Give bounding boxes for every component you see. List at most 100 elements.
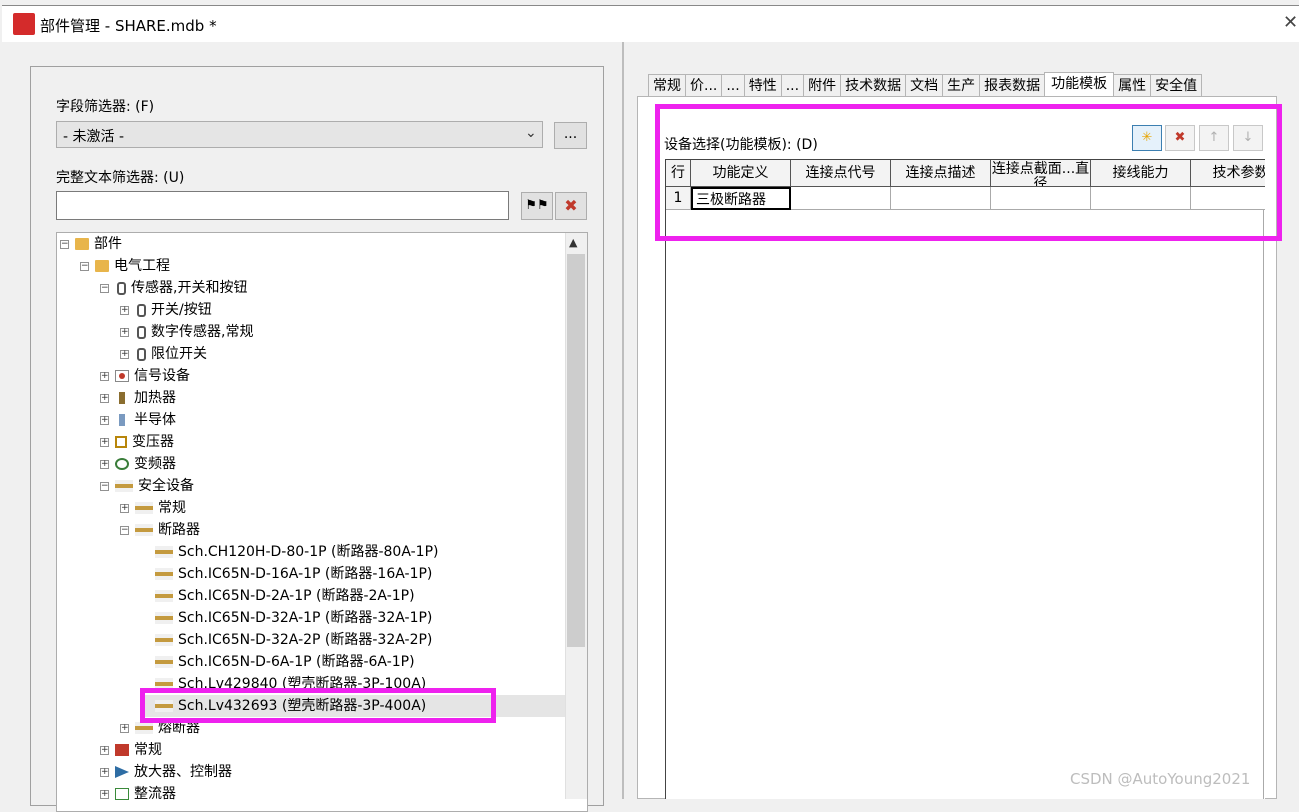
tree-item-label: Sch.IC65N-D-6A-1P (断路器-6A-1P) [178, 654, 415, 670]
clear-filter-icon[interactable]: ✖ [555, 192, 587, 220]
expand-icon[interactable]: + [100, 437, 109, 447]
fuse-icon [155, 612, 173, 624]
tree-item-label: Sch.CH120H-D-80-1P (断路器-80A-1P) [178, 544, 439, 560]
tab-9[interactable]: 报表数据 [979, 74, 1046, 98]
scroll-up-icon[interactable]: ▲ [569, 236, 577, 249]
tree-item-label: Sch.IC65N-D-2A-1P (断路器-2A-1P) [178, 588, 415, 604]
expand-icon[interactable]: + [100, 415, 109, 425]
tree-item-label: 信号设备 [134, 368, 190, 384]
tree-item[interactable]: + 变压器 [100, 431, 174, 453]
expand-icon[interactable]: + [120, 305, 129, 315]
fuse-icon [155, 634, 173, 646]
tree-item-label: Sch.IC65N-D-16A-1P (断路器-16A-1P) [178, 566, 433, 582]
tree-item[interactable]: − 安全设备 [100, 475, 194, 497]
expand-icon[interactable]: + [120, 723, 129, 733]
tree-item[interactable]: Sch.IC65N-D-6A-1P (断路器-6A-1P) [140, 651, 415, 673]
tab-0[interactable]: 常规 [648, 74, 686, 98]
collapse-icon[interactable]: − [100, 283, 109, 293]
heater-icon [119, 392, 125, 404]
collapse-icon[interactable]: − [60, 239, 69, 249]
tree-item[interactable]: + 开关/按钮 [120, 299, 212, 321]
field-filter-edit-button[interactable]: ... [554, 122, 587, 149]
tree-item[interactable]: Sch.IC65N-D-32A-2P (断路器-32A-2P) [140, 629, 432, 651]
tree-item[interactable]: + 数字传感器,常规 [120, 321, 253, 343]
collapse-icon[interactable]: − [120, 525, 129, 535]
expand-icon[interactable]: + [100, 767, 109, 777]
tree-item-label: 半导体 [134, 412, 176, 428]
expand-icon[interactable]: + [120, 327, 129, 337]
fuse-icon [155, 656, 173, 668]
tab-1[interactable]: 价... [685, 74, 723, 98]
tab-10[interactable]: 功能模板 [1044, 72, 1115, 98]
tree-item-label: Sch.IC65N-D-32A-2P (断路器-32A-2P) [178, 632, 433, 648]
tree-item-label: 安全设备 [138, 478, 194, 494]
frequency-converter-icon [115, 458, 129, 470]
tree-item[interactable]: − 传感器,开关和按钮 [100, 277, 247, 299]
collapse-icon[interactable]: − [80, 261, 89, 271]
close-icon[interactable]: ✕ [1283, 12, 1298, 33]
app-icon [13, 13, 35, 35]
expand-icon[interactable]: + [100, 745, 109, 755]
tree-item[interactable]: + 加热器 [100, 387, 176, 409]
switch-icon [117, 281, 126, 295]
tree-item[interactable]: − 电气工程 [80, 255, 170, 277]
expand-icon[interactable]: + [100, 393, 109, 403]
semiconductor-icon [119, 414, 125, 426]
tree-item-label: 整流器 [134, 786, 176, 802]
tab-11[interactable]: 属性 [1113, 74, 1152, 98]
tab-6[interactable]: 技术数据 [840, 74, 907, 98]
transformer-icon [115, 436, 127, 448]
fuse-icon [155, 546, 173, 558]
tree-item[interactable]: − 断路器 [120, 519, 200, 541]
tab-5[interactable]: 附件 [803, 74, 842, 98]
switch-icon [137, 303, 146, 317]
highlight-box-grid [655, 104, 1282, 241]
switch-icon [137, 347, 146, 361]
fuse-icon [135, 502, 153, 514]
tree-item[interactable]: + 整流器 [100, 783, 176, 805]
tree-item-label: 放大器、控制器 [134, 764, 232, 780]
tab-2[interactable]: ... [721, 74, 745, 98]
tree-item[interactable]: + 变频器 [100, 453, 176, 475]
function-template-grid: 行功能定义 连接点代号 连接点描述 连接点截面...直径 接线能力 技术参数 1 三极断路器 [665, 159, 1265, 799]
tree-item-label: 断路器 [158, 522, 200, 538]
expand-icon[interactable]: + [100, 459, 109, 469]
expand-icon[interactable]: + [100, 789, 109, 799]
tree-item[interactable]: Sch.IC65N-D-16A-1P (断路器-16A-1P) [140, 563, 432, 585]
tab-3[interactable]: 特性 [743, 74, 782, 98]
tree-item-label: 部件 [94, 236, 122, 252]
tree-item[interactable]: + 半导体 [100, 409, 176, 431]
tree-item-label: 电气工程 [114, 258, 170, 274]
pane-splitter[interactable] [622, 42, 624, 799]
tree-item[interactable]: + 常规 [120, 497, 186, 519]
tree-item-label: Sch.IC65N-D-32A-1P (断路器-32A-1P) [178, 610, 433, 626]
tab-4[interactable]: ... [780, 74, 805, 98]
tree-item[interactable]: + 放大器、控制器 [100, 761, 232, 783]
tab-strip: 常规 价...... 特性... 附件 技术数据 文档 生产 报表数据 功能模板 属性 安全值 [648, 72, 1203, 98]
field-filter-select[interactable]: - 未激活 - [56, 121, 543, 148]
tree-item[interactable]: Sch.IC65N-D-32A-1P (断路器-32A-1P) [140, 607, 432, 629]
tree-scroll-thumb[interactable] [567, 254, 585, 647]
tab-12[interactable]: 安全值 [1150, 74, 1203, 98]
tree-item[interactable]: + 信号设备 [100, 365, 190, 387]
general-icon [115, 744, 129, 756]
collapse-icon[interactable]: − [100, 481, 109, 491]
tree-item[interactable]: + 常规 [100, 739, 162, 761]
fuse-icon [155, 568, 173, 580]
expand-icon[interactable]: + [100, 371, 109, 381]
grid-border [1263, 210, 1264, 799]
chevron-down-icon[interactable]: ⌄ [525, 125, 537, 141]
tree-item[interactable]: − 部件 [60, 233, 122, 255]
text-filter-input[interactable] [56, 191, 509, 220]
tree-item[interactable]: + 限位开关 [120, 343, 207, 365]
amplifier-icon [115, 766, 129, 778]
tab-7[interactable]: 文档 [905, 74, 944, 98]
expand-icon[interactable]: + [120, 349, 129, 359]
expand-icon[interactable]: + [120, 503, 129, 513]
tree-item[interactable]: Sch.CH120H-D-80-1P (断路器-80A-1P) [140, 541, 438, 563]
binoculars-icon[interactable]: ⚑⚑ [521, 192, 553, 220]
tree-item[interactable]: Sch.IC65N-D-2A-1P (断路器-2A-1P) [140, 585, 415, 607]
folder-icon [75, 238, 89, 250]
tree-item-label: 数字传感器,常规 [151, 324, 254, 340]
tab-8[interactable]: 生产 [942, 74, 981, 98]
